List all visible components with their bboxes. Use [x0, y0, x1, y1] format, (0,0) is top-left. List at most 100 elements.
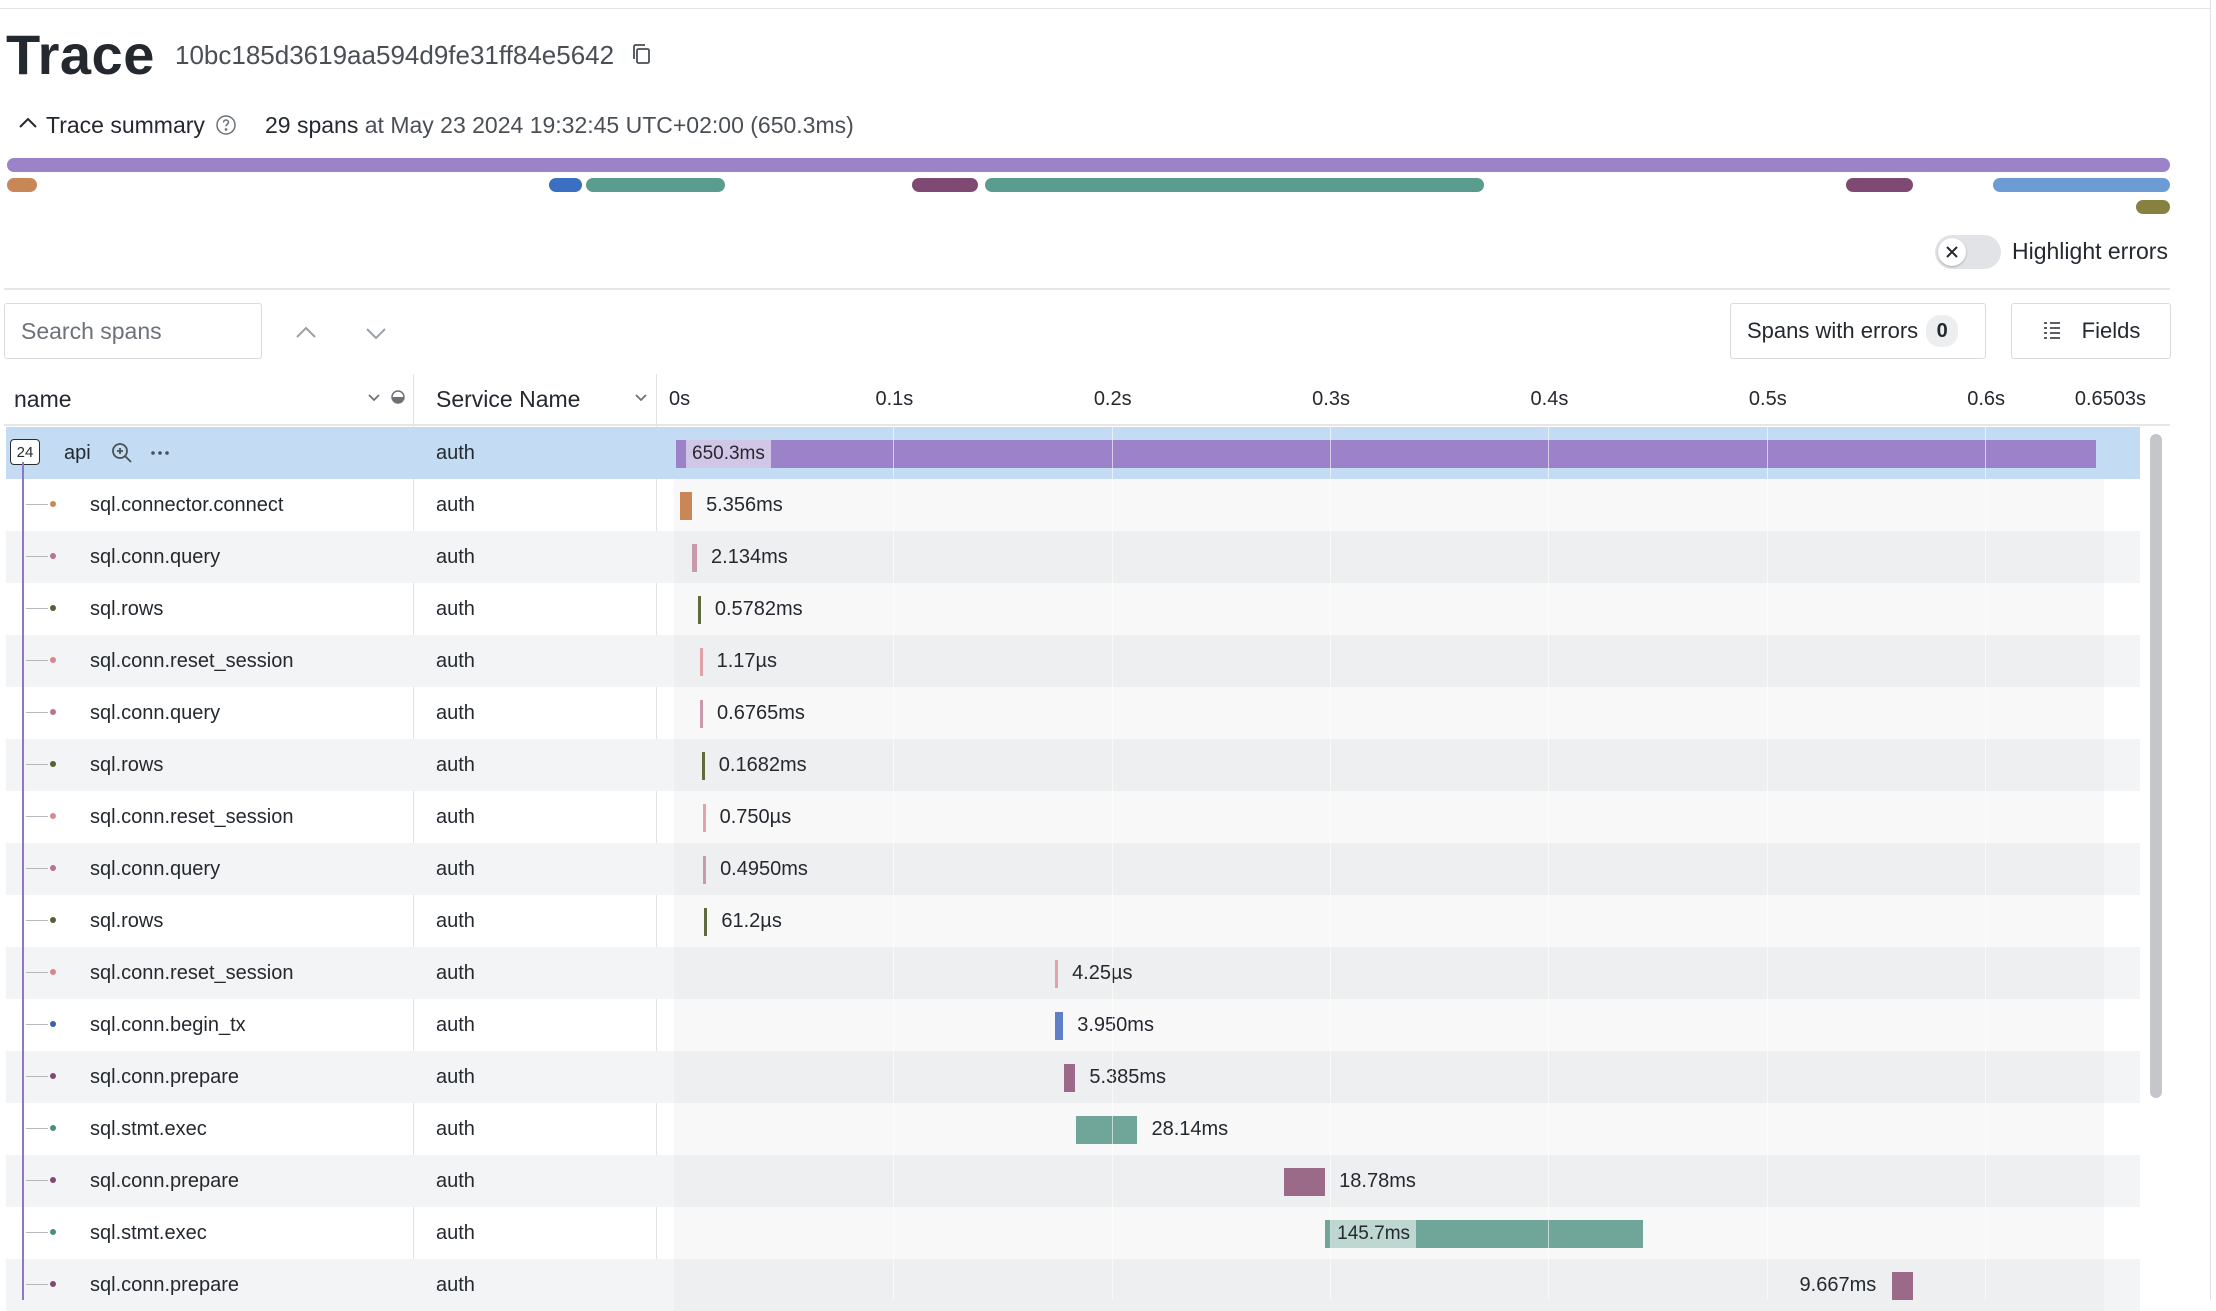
span-bar[interactable] — [699, 648, 703, 676]
span-duration: 0.1682ms — [718, 754, 807, 776]
sort-name-chevron-icon[interactable] — [366, 391, 382, 409]
span-duration: 1.17µs — [716, 650, 778, 672]
span-bar[interactable] — [1063, 1064, 1076, 1092]
trace-summary-label: Trace summary — [46, 111, 205, 138]
timeline-cell — [674, 791, 2104, 843]
table-row[interactable]: sql.stmt.exec auth 28.14ms — [6, 1103, 2140, 1155]
copy-icon[interactable] — [630, 42, 654, 66]
span-name: sql.conn.prepare — [90, 1066, 239, 1088]
trace-summary-text: 29 spans at May 23 2024 19:32:45 UTC+02:… — [265, 112, 854, 139]
trace-id: 10bc185d3619aa594d9fe31ff84e5642 — [175, 40, 615, 70]
span-duration: 9.667ms — [1799, 1274, 1877, 1296]
span-bar[interactable] — [700, 700, 704, 728]
span-bar[interactable] — [692, 544, 698, 572]
search-spans-field[interactable] — [4, 303, 262, 359]
span-bar[interactable] — [703, 856, 707, 884]
table-row[interactable]: sql.conn.query auth 2.134ms — [6, 531, 2140, 583]
span-duration: 0.4950ms — [720, 858, 808, 880]
service-name: auth — [436, 1014, 475, 1036]
table-row[interactable]: sql.conn.prepare auth 18.78ms — [6, 1155, 2140, 1207]
span-bar[interactable] — [1892, 1272, 1914, 1300]
tree-branch — [26, 660, 48, 661]
table-row[interactable]: sql.conn.query auth 0.4950ms — [6, 843, 2140, 895]
table-row[interactable]: sql.conn.begin_tx auth 3.950ms — [6, 999, 2140, 1051]
timeline-tick-label: 0s — [669, 388, 691, 410]
timeline-tick-label: 0.4s — [1530, 388, 1569, 410]
tree-branch — [26, 972, 48, 973]
timeline-cell — [674, 843, 2104, 895]
span-name: sql.conn.reset_session — [90, 806, 294, 828]
table-row[interactable]: sql.conn.query auth 0.6765ms — [6, 687, 2140, 739]
span-name: sql.connector.connect — [90, 494, 284, 516]
sort-service-chevron-icon[interactable] — [633, 391, 649, 409]
span-name: sql.conn.reset_session — [90, 650, 294, 672]
minimap-bar — [2135, 200, 2170, 214]
service-name: auth — [436, 962, 475, 984]
span-bar[interactable] — [697, 596, 701, 624]
previous-match-button[interactable] — [286, 312, 326, 352]
column-header-service-name[interactable]: Service Name — [436, 386, 580, 413]
service-name: auth — [436, 598, 475, 620]
table-row[interactable]: sql.conn.reset_session auth 4.25µs — [6, 947, 2140, 999]
scrollbar[interactable] — [2148, 430, 2164, 1300]
table-row[interactable]: sql.rows auth 61.2µs — [6, 895, 2140, 947]
tree-branch — [26, 816, 48, 817]
table-row[interactable]: sql.conn.prepare auth 5.385ms — [6, 1051, 2140, 1103]
table-row[interactable]: sql.connector.connect auth 5.356ms — [6, 479, 2140, 531]
service-dot-icon — [50, 553, 56, 559]
span-bar[interactable] — [680, 492, 693, 520]
next-match-button[interactable] — [356, 314, 396, 354]
table-row[interactable]: sql.rows auth 0.5782ms — [6, 583, 2140, 635]
span-duration: 5.385ms — [1089, 1066, 1167, 1088]
span-bar[interactable] — [1284, 1168, 1326, 1196]
scrollbar-thumb[interactable] — [2150, 434, 2162, 1098]
table-row[interactable]: sql.stmt.exec auth 145.7ms — [6, 1207, 2140, 1259]
timeline-cell — [674, 583, 2104, 635]
timeline-cell — [674, 1103, 2104, 1155]
span-bar[interactable] — [701, 752, 705, 780]
help-icon[interactable] — [215, 114, 237, 136]
trace-summary-toggle[interactable]: Trace summary — [18, 110, 237, 140]
span-bar[interactable] — [676, 440, 2096, 468]
span-bar[interactable] — [702, 804, 706, 832]
span-duration: 0.750µs — [719, 806, 792, 828]
column-visibility-icon[interactable] — [390, 389, 406, 410]
span-bar[interactable] — [704, 908, 708, 936]
table-row[interactable]: sql.conn.reset_session auth 0.750µs — [6, 791, 2140, 843]
service-name: auth — [436, 1274, 475, 1296]
table-row[interactable]: sql.conn.prepare auth 9.667ms — [6, 1259, 2140, 1311]
span-name: sql.conn.prepare — [90, 1170, 239, 1192]
minimap-bar — [7, 178, 37, 192]
more-icon[interactable] — [148, 441, 172, 470]
fields-button[interactable]: Fields — [2011, 303, 2171, 359]
column-header-name[interactable]: name — [14, 386, 72, 413]
span-name: sql.conn.reset_session — [90, 962, 294, 984]
span-bar[interactable] — [1076, 1116, 1138, 1144]
service-name: auth — [436, 754, 475, 776]
child-count-badge[interactable]: 24 — [10, 439, 40, 465]
service-name: auth — [436, 910, 475, 932]
table-row[interactable]: sql.conn.reset_session auth 1.17µs — [6, 635, 2140, 687]
span-duration: 650.3ms — [686, 440, 771, 468]
span-bar[interactable] — [1055, 960, 1059, 988]
trace-minimap[interactable] — [7, 158, 2170, 218]
span-name: sql.conn.query — [90, 546, 221, 568]
search-input[interactable] — [19, 316, 247, 346]
zoom-in-icon[interactable] — [110, 441, 134, 470]
tree-branch — [26, 504, 48, 505]
highlight-errors-toggle[interactable] — [1935, 235, 2001, 269]
service-dot-icon — [50, 1021, 56, 1027]
service-dot-icon — [50, 657, 56, 663]
tree-branch — [26, 920, 48, 921]
right-border — [2210, 0, 2211, 1300]
highlight-errors-label: Highlight errors — [2012, 238, 2168, 264]
span-name: sql.rows — [90, 754, 164, 776]
table-row-root[interactable]: 24 api auth 650.3ms — [6, 427, 2140, 479]
span-name: sql.rows — [90, 910, 164, 932]
spans-with-errors-button[interactable]: Spans with errors 0 — [1730, 303, 1986, 359]
service-name: auth — [436, 1170, 475, 1192]
top-border — [0, 8, 2210, 9]
timeline-gridline — [893, 427, 895, 1300]
span-bar[interactable] — [1054, 1012, 1064, 1040]
table-row[interactable]: sql.rows auth 0.1682ms — [6, 739, 2140, 791]
